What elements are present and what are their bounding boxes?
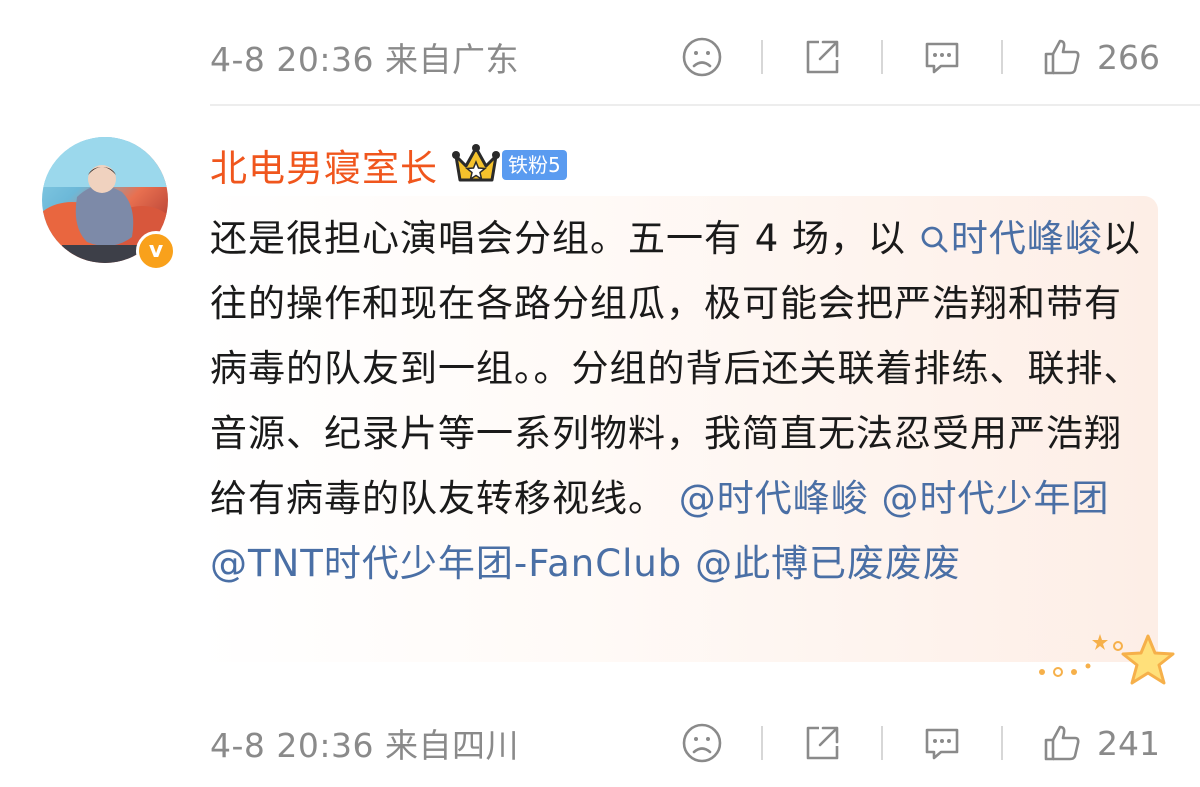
action-separator: [881, 40, 883, 74]
search-icon: [921, 226, 948, 253]
comment-text-part: 以往的操作和现在各路分组瓜，极可能会把严浩翔和带有病毒的队友到一组。。分组的背后…: [210, 217, 1142, 520]
verified-badge: v: [136, 231, 176, 271]
username[interactable]: 北电男寝室长: [210, 138, 438, 192]
fan-level-badge: 铁粉5: [502, 150, 567, 180]
comment-like-count: 241: [1097, 723, 1160, 763]
mention-link[interactable]: @时代少年团: [882, 477, 1110, 520]
username-row: 北电男寝室长 铁粉5: [210, 140, 567, 190]
mention-link[interactable]: @此博已废废废: [695, 542, 961, 585]
topic-link[interactable]: 时代峰峻: [919, 217, 1103, 260]
topic-link-label: 时代峰峻: [950, 217, 1103, 260]
comment-icon[interactable]: [921, 36, 963, 78]
sparkle-stars-icon: [1039, 634, 1175, 685]
action-separator: [1001, 726, 1003, 760]
prev-comment-time-location: 4-8 20:36 来自广东: [210, 40, 519, 79]
mention-link[interactable]: @时代峰峻: [679, 477, 869, 520]
comment-actions: 241: [681, 722, 1160, 764]
dislike-face-icon[interactable]: [681, 722, 723, 764]
prev-comment-actions: 266: [681, 36, 1160, 78]
share-icon[interactable]: [801, 36, 843, 78]
share-icon[interactable]: [801, 722, 843, 764]
mention-link[interactable]: @TNT时代少年团-FanClub: [210, 542, 682, 585]
action-separator: [761, 726, 763, 760]
prev-comment-like-count: 266: [1097, 37, 1160, 77]
user-avatar-container[interactable]: v: [42, 137, 176, 271]
comment-text: 还是很担心演唱会分组。五一有 4 场，以 时代峰峻以往的操作和现在各路分组瓜，极…: [210, 206, 1150, 596]
dislike-face-icon[interactable]: [681, 36, 723, 78]
crown-icon: [452, 142, 500, 188]
like-thumb-icon[interactable]: [1041, 36, 1083, 78]
comment-meta-row: 4-8 20:36 来自四川 241: [210, 719, 1160, 767]
comment-text-part: 还是很担心演唱会分组。五一有 4 场，以: [210, 217, 919, 260]
prev-comment-meta-row: 4-8 20:36 来自广东 266: [210, 33, 1160, 81]
like-thumb-icon[interactable]: [1041, 722, 1083, 764]
action-separator: [881, 726, 883, 760]
action-separator: [761, 40, 763, 74]
comment-time-location: 4-8 20:36 来自四川: [210, 726, 519, 765]
comment-icon[interactable]: [921, 722, 963, 764]
comment-divider: [210, 104, 1200, 106]
action-separator: [1001, 40, 1003, 74]
